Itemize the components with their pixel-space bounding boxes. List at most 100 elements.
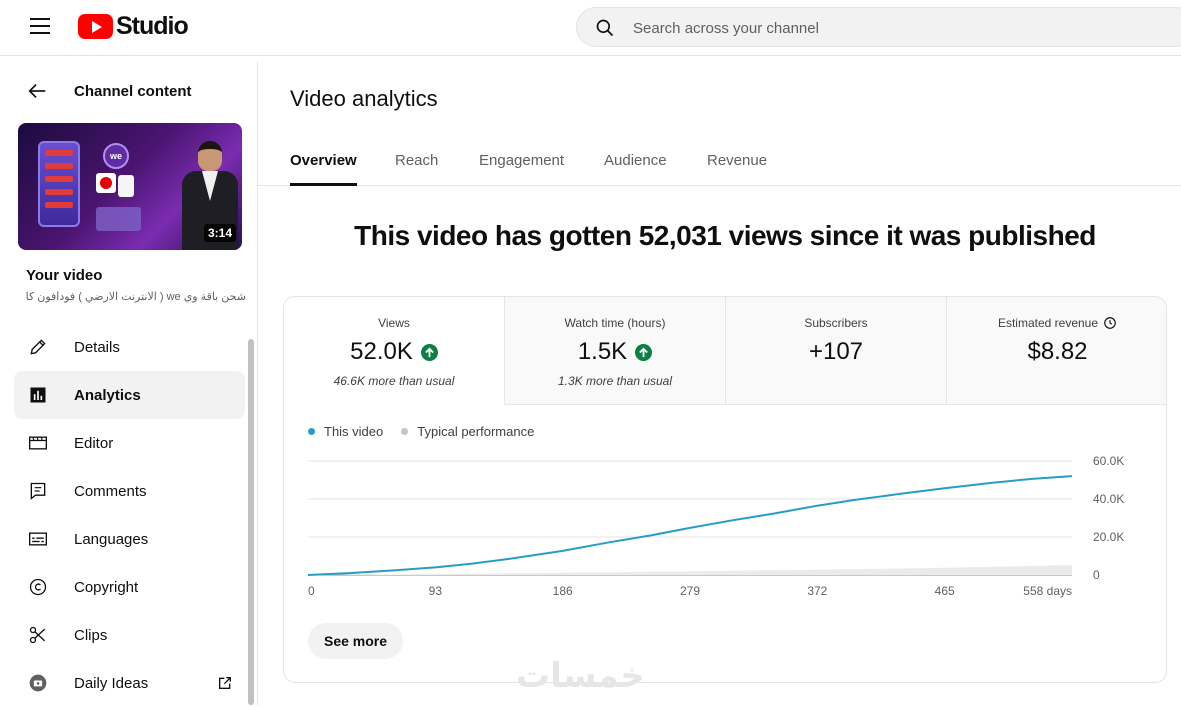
clock-icon[interactable] (1103, 316, 1117, 330)
video-thumbnail[interactable]: we 3:14 (18, 123, 242, 250)
arrow-back-icon (28, 83, 46, 99)
metric-value: 52.0K (350, 338, 413, 365)
subtitles-icon (29, 532, 47, 546)
y-tick-label: 0 (1093, 568, 1100, 582)
arrow-up-icon (420, 343, 438, 361)
sidebar-item-daily-ideas[interactable]: Daily Ideas (14, 659, 245, 707)
sidebar-scrollbar[interactable] (248, 339, 254, 705)
sidebar-item-details[interactable]: Details (14, 323, 245, 371)
metric-label: Views (378, 316, 410, 330)
x-tick-label: 0 (308, 584, 315, 598)
metric-value: $8.82 (1027, 338, 1088, 365)
y-tick-label: 40.0K (1093, 492, 1124, 506)
metric-value: +107 (808, 338, 864, 365)
analytics-icon (30, 387, 46, 403)
scissors-icon (29, 626, 46, 644)
series-this-video-line (307, 475, 1073, 576)
views-headline: This video has gotten 52,031 views since… (354, 220, 1096, 251)
tab-revenue[interactable]: Revenue (707, 152, 767, 186)
search-input[interactable] (633, 16, 1153, 40)
sidebar-item-label: Analytics (74, 386, 141, 404)
search-icon[interactable] (595, 18, 615, 38)
metrics-row: Views 52.0K 46.6K more than usual Watch … (284, 297, 1166, 405)
metric-label: Subscribers (804, 316, 868, 330)
sidebar-item-label: Details (74, 338, 120, 356)
series-typical-performance-area (308, 565, 1072, 575)
card-graphic (96, 207, 141, 231)
menu-icon[interactable] (30, 18, 50, 34)
sidebar-item-languages[interactable]: Languages (14, 515, 245, 563)
cash-card-graphic (118, 175, 134, 197)
sidebar: Channel content we 3:14 Your video شحن ب… (0, 61, 258, 705)
legend-item-this-video[interactable]: This video (308, 424, 383, 439)
tab-reach[interactable]: Reach (395, 152, 438, 186)
legend-item-typical-performance[interactable]: Typical performance (401, 424, 534, 439)
pencil-icon (30, 339, 46, 355)
sidebar-item-comments[interactable]: Comments (14, 467, 245, 515)
sidebar-nav: Details Analytics Editor Comments Langua… (14, 323, 245, 707)
x-tick-label: 279 (680, 584, 700, 598)
legend-label: This video (324, 424, 384, 439)
sidebar-item-label: Copyright (74, 578, 139, 596)
x-tick-label: 558 days (1023, 584, 1072, 598)
metric-estimated-revenue[interactable]: Estimated revenue $8.82 (947, 297, 1166, 405)
legend-dot (401, 428, 409, 435)
sidebar-item-analytics[interactable]: Analytics (14, 371, 245, 419)
metric-views[interactable]: Views 52.0K 46.6K more than usual (284, 297, 505, 405)
x-tick-label: 186 (553, 584, 573, 598)
tab-engagement[interactable]: Engagement (479, 152, 564, 186)
logo-text: Studio (116, 11, 189, 40)
views-chart[interactable]: 60.0K 40.0K 20.0K 0 0 93 186 279 372 465 558 days (284, 447, 1167, 607)
overview-card: Views 52.0K 46.6K more than usual Watch … (283, 296, 1167, 683)
metric-comparison: 46.6K more than usual (333, 374, 455, 388)
page-title: Video analytics (290, 86, 438, 111)
your-video-label: Your video (26, 267, 103, 284)
back-label: Channel content (74, 82, 192, 100)
tab-audience[interactable]: Audience (604, 152, 667, 186)
comment-icon (30, 482, 46, 500)
studio-logo[interactable]: Studio (78, 11, 189, 41)
sidebar-item-clips[interactable]: Clips (14, 611, 245, 659)
back-to-channel-content[interactable]: Channel content (26, 79, 246, 103)
ideas-icon (29, 674, 47, 692)
analytics-tabs: Overview Reach Engagement Audience Reven… (258, 138, 1181, 186)
arrow-up-icon (635, 343, 653, 361)
tab-overview[interactable]: Overview (290, 152, 357, 186)
metric-value-wrap: +107 (726, 338, 946, 366)
x-tick-label: 93 (429, 584, 443, 598)
sidebar-item-label: Languages (74, 530, 149, 548)
sidebar-item-label: Editor (74, 434, 114, 452)
chart-legend: This video Typical performance (308, 424, 552, 439)
metric-comparison: 1.3K more than usual (557, 374, 673, 388)
search-bar[interactable] (576, 7, 1181, 47)
y-tick-label: 20.0K (1093, 530, 1124, 544)
metric-label: Watch time (hours) (564, 316, 666, 330)
x-tick-label: 465 (935, 584, 955, 598)
y-tick-label: 60.0K (1093, 454, 1124, 468)
video-title: شحن باقة وي we ( الانترنت الارضي ) فوداف… (26, 291, 246, 303)
copyright-icon (29, 578, 47, 596)
x-tick-label: 372 (807, 584, 827, 598)
film-strip-icon (29, 436, 47, 450)
sidebar-item-copyright[interactable]: Copyright (14, 563, 245, 611)
vodafone-logo (96, 173, 116, 193)
sidebar-item-editor[interactable]: Editor (14, 419, 245, 467)
metric-value: 1.5K (577, 338, 628, 365)
metric-value-wrap: 1.5K (505, 338, 725, 366)
sidebar-item-label: Daily Ideas (74, 674, 149, 692)
external-link-icon (219, 677, 231, 689)
sidebar-item-label: Comments (74, 482, 147, 500)
sidebar-item-label: Clips (74, 626, 108, 644)
legend-label: Typical performance (417, 424, 535, 439)
watermark-text: خمسات (516, 656, 645, 696)
metric-value-wrap: 52.0K (284, 338, 504, 366)
video-duration: 3:14 (203, 224, 236, 242)
top-bar: Studio (0, 0, 1181, 56)
metric-label-wrap: Estimated revenue (947, 316, 1166, 330)
metric-subscribers[interactable]: Subscribers +107 (726, 297, 947, 405)
metric-watch-time[interactable]: Watch time (hours) 1.5K 1.3K more than u… (505, 297, 726, 405)
metric-label: Estimated revenue (997, 316, 1099, 330)
metric-value-wrap: $8.82 (947, 338, 1166, 366)
legend-dot (308, 428, 315, 435)
see-more-button[interactable]: See more (308, 623, 404, 659)
